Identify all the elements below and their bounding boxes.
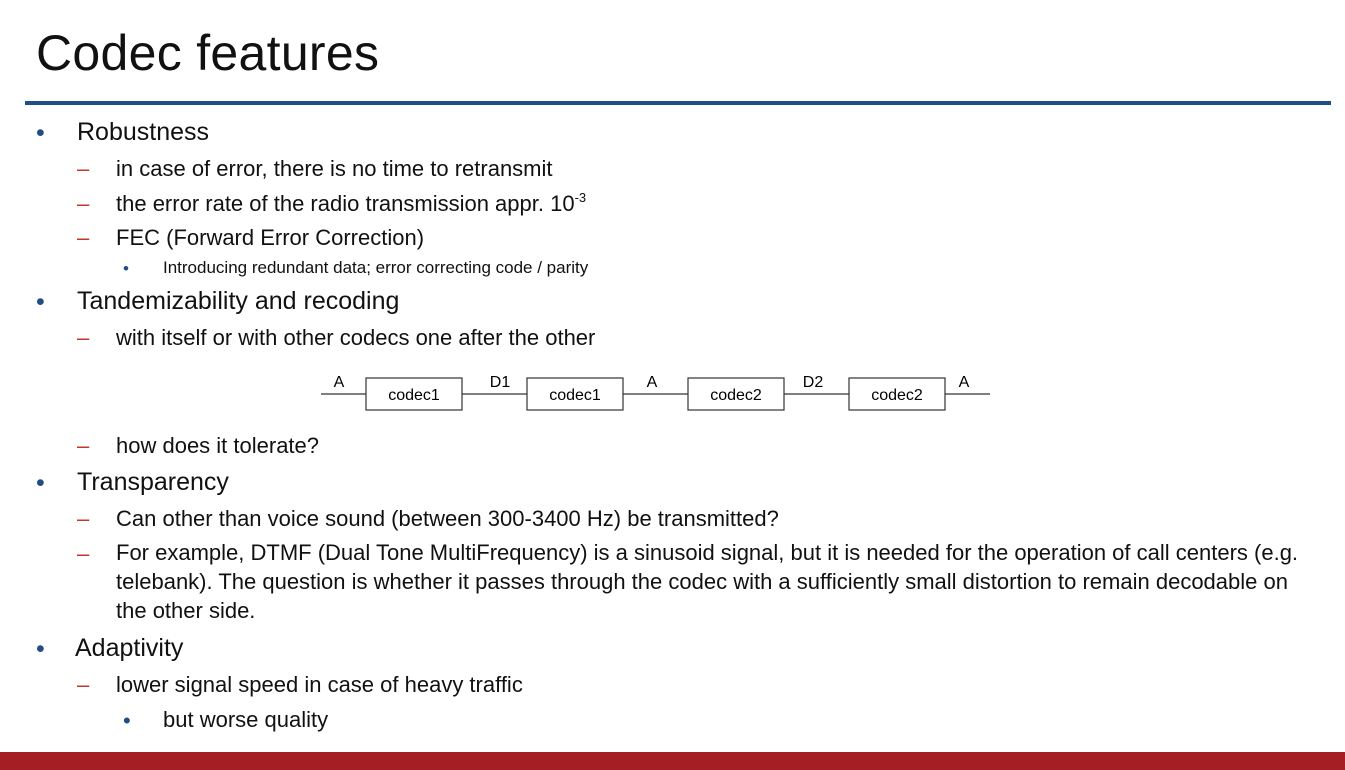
bullet-marker: • <box>36 469 45 497</box>
heading-adaptivity: Adaptivity <box>75 634 184 662</box>
item-dtmf-example: For example, DTMF (Dual Tone MultiFreque… <box>116 540 1299 623</box>
item-lower-signal-speed: lower signal speed in case of heavy traf… <box>116 672 523 697</box>
signal-label-a-in: A <box>334 374 345 391</box>
codec-box-3-label: codec2 <box>710 387 762 404</box>
codec-chain-diagram: codec1 codec1 codec2 codec2 A D1 A D2 A <box>321 374 990 411</box>
bullet-marker: • <box>123 708 131 733</box>
dash-marker: – <box>77 672 90 697</box>
codec-box-2-label: codec1 <box>549 387 601 404</box>
codec-box-1-label: codec1 <box>388 387 440 404</box>
dash-marker: – <box>77 506 90 531</box>
dash-marker: – <box>77 541 90 566</box>
bullet-marker: • <box>36 635 45 663</box>
signal-label-a-out: A <box>959 374 970 391</box>
dash-marker: – <box>77 433 90 458</box>
footer-bar <box>0 752 1345 770</box>
subitem-worse-quality: but worse quality <box>163 707 329 732</box>
item-tolerate: how does it tolerate? <box>116 433 320 458</box>
codec-box-4-label: codec2 <box>871 387 923 404</box>
heading-transparency: Transparency <box>77 468 229 496</box>
signal-label-d1: D1 <box>490 374 511 391</box>
item-other-than-voice: Can other than voice sound (between 300-… <box>116 506 779 531</box>
signal-label-d2: D2 <box>803 374 824 391</box>
signal-label-a-mid: A <box>647 374 658 391</box>
